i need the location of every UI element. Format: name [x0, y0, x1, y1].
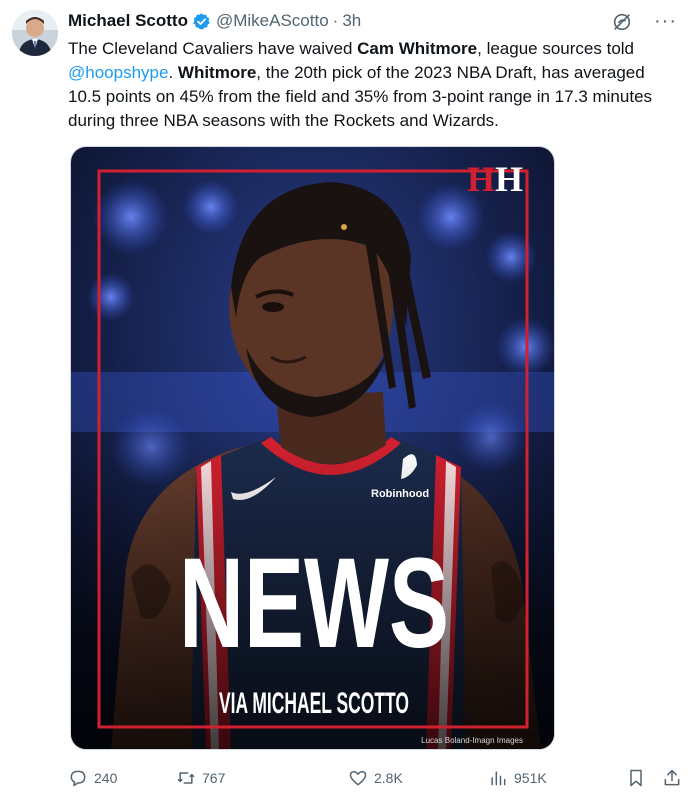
reply-button[interactable]: 240 [68, 765, 117, 791]
avatar-image [12, 10, 58, 56]
hoopshype-logo-h1: H [467, 159, 495, 199]
tweet-text: The Cleveland Cavaliers have waived Cam … [68, 37, 680, 133]
news-byline: VIA MICHAEL SCOTTO [219, 687, 409, 720]
bookmark-button[interactable] [626, 765, 646, 791]
post-time[interactable]: 3h [342, 11, 361, 31]
like-button[interactable]: 2.8K [348, 765, 403, 791]
tweet-text-part: , league sources told [477, 39, 635, 58]
news-headline: NEWS [179, 532, 449, 675]
verified-badge-icon [192, 12, 211, 31]
share-icon [664, 769, 680, 786]
mention-link[interactable]: @hoopshype [68, 63, 168, 82]
reply-icon [70, 770, 86, 787]
repost-count: 767 [202, 770, 226, 786]
bookmark-icon [630, 769, 642, 787]
tweet-bold-name: Whitmore [177, 63, 257, 82]
repost-button[interactable]: 767 [176, 765, 225, 791]
tweet-bold-name: Cam Whitmore [357, 39, 478, 58]
photo-credit: Lucas Boland-Imagn Images [421, 736, 523, 745]
avatar[interactable] [12, 10, 58, 56]
news-graphic: H H Robinhood NEWS VIA MICHAEL SCOTTO Lu… [71, 147, 554, 749]
share-button[interactable] [662, 765, 682, 791]
heart-icon [349, 771, 367, 786]
hoopshype-logo-h2: H [495, 159, 523, 199]
more-options-icon[interactable]: ··· [654, 10, 677, 33]
action-bar: 240 767 2.8K 951K [68, 765, 683, 791]
sponsor-text: Robinhood [371, 488, 429, 500]
tweet-text-part: . [168, 63, 178, 82]
tweet-image[interactable]: H H Robinhood NEWS VIA MICHAEL SCOTTO Lu… [70, 146, 555, 750]
header-separator: · [332, 11, 339, 30]
repost-icon [177, 772, 195, 784]
views-icon [491, 771, 506, 786]
views-count: 951K [514, 770, 547, 786]
views-button[interactable]: 951K [488, 765, 547, 791]
grok-icon[interactable] [611, 11, 633, 33]
tweet-text-part: The Cleveland Cavaliers have waived [68, 39, 358, 58]
author-handle[interactable]: @MikeAScotto [216, 11, 329, 31]
reply-count: 240 [94, 770, 118, 786]
tweet-header: Michael Scotto @MikeAScotto · 3h ··· [68, 10, 677, 32]
author-name[interactable]: Michael Scotto [68, 11, 188, 31]
like-count: 2.8K [374, 770, 403, 786]
